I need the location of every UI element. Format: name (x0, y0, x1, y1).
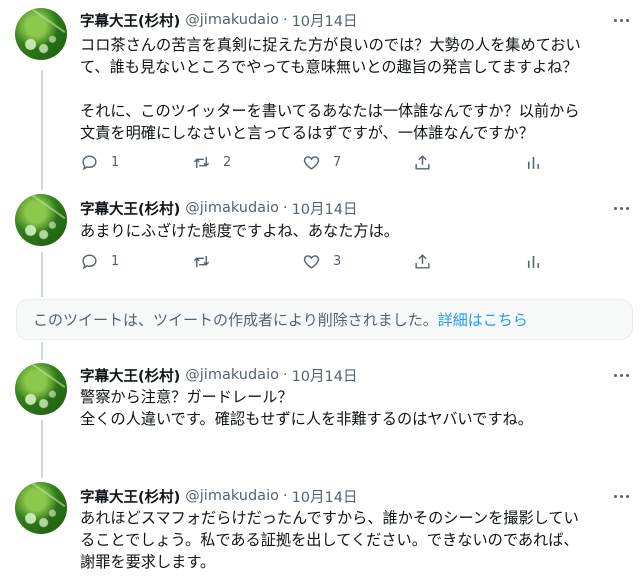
author-name[interactable]: 字幕大王(杉村) (80, 198, 180, 219)
tweet-line: 警察から注意？ガードレール？ (80, 388, 293, 406)
analytics-button[interactable] (524, 252, 543, 271)
share-button[interactable] (413, 252, 432, 271)
more-icon[interactable] (610, 486, 632, 506)
share-icon (415, 155, 430, 170)
tweet-line: 文責を明確にしなさいと言ってるはずですが、一体誰なんですか？ (80, 124, 534, 142)
tweet-text: コロ茶さんの苦言を真剣に捉えた方が良いのでは？大勢の人を集めておい て、誰も見な… (80, 34, 628, 144)
author-handle[interactable]: @jimakudaio (185, 367, 279, 383)
deleted-tweet-notice: このツイートは、ツイートの作成者により削除されました。 詳細はこちら (16, 299, 633, 340)
tweet-line: て、誰も見ないところでやっても意味無いとの趣旨の発言してますよね？ (80, 58, 578, 76)
reply-button[interactable]: 1 (80, 153, 119, 172)
like-button[interactable]: 7 (302, 153, 341, 172)
separator: · (282, 200, 288, 216)
analytics-icon (527, 255, 540, 268)
heart-icon (303, 255, 320, 269)
thread-line (41, 420, 43, 478)
like-count: 7 (333, 155, 342, 170)
separator: · (282, 12, 288, 28)
reply-button[interactable]: 1 (80, 252, 119, 271)
share-button[interactable] (413, 153, 432, 172)
analytics-button[interactable] (524, 153, 543, 172)
author-name[interactable]: 字幕大王(杉村) (80, 365, 180, 386)
author-name[interactable]: 字幕大王(杉村) (80, 486, 180, 507)
avatar[interactable] (15, 482, 67, 534)
author-name[interactable]: 字幕大王(杉村) (80, 10, 180, 31)
deleted-notice-text: このツイートは、ツイートの作成者により削除されました。 (33, 311, 438, 329)
retweet-count: 2 (223, 155, 232, 170)
thread-line (41, 70, 43, 190)
tweet-header: 字幕大王(杉村) @jimakudaio · 10月14日 (80, 9, 357, 31)
tweet-line: ることでしょう。私である証拠を出してください。できないのであれば、 (80, 531, 579, 549)
tweet-line: あまりにふざけた態度ですよね、あなた方は。 (80, 222, 399, 240)
thread-line (41, 342, 43, 360)
tweet-text: あまりにふざけた態度ですよね、あなた方は。 (80, 220, 628, 242)
retweet-button[interactable]: 2 (192, 153, 231, 172)
reply-icon (82, 254, 97, 270)
avatar[interactable] (15, 8, 67, 60)
retweet-icon (193, 255, 210, 268)
tweet-line: 全くの人違いです。確認もせずに人を非難するのはヤバいですね。 (80, 410, 533, 428)
tweet-line: あれほどスマフォだらけだったんですから、誰かそのシーンを撮影してい (80, 509, 579, 527)
more-icon[interactable] (610, 365, 632, 385)
details-link[interactable]: 詳細はこちら (438, 309, 528, 330)
share-icon (415, 254, 430, 269)
tweet-header: 字幕大王(杉村) @jimakudaio · 10月14日 (80, 364, 357, 386)
more-icon[interactable] (610, 10, 632, 30)
avatar[interactable] (15, 363, 67, 415)
author-handle[interactable]: @jimakudaio (185, 200, 279, 216)
reply-count: 1 (111, 155, 120, 170)
analytics-icon (527, 156, 540, 169)
reply-icon (82, 155, 97, 171)
tweet-date[interactable]: 10月14日 (292, 365, 358, 386)
tweet-line: それに、このツイッターを書いてるあなたは一体誰なんですか？以前から (80, 102, 580, 120)
more-icon[interactable] (610, 198, 632, 218)
tweet-date[interactable]: 10月14日 (292, 198, 358, 219)
avatar[interactable] (15, 194, 67, 246)
author-handle[interactable]: @jimakudaio (185, 488, 279, 504)
tweet-text: 警察から注意？ガードレール？ 全くの人違いです。確認もせずに人を非難するのはヤバ… (80, 386, 628, 430)
tweet-header: 字幕大王(杉村) @jimakudaio · 10月14日 (80, 485, 357, 507)
retweet-button[interactable] (192, 252, 223, 271)
tweet-date[interactable]: 10月14日 (292, 10, 358, 31)
tweet-text: あれほどスマフォだらけだったんですから、誰かそのシーンを撮影してい ることでしょ… (80, 507, 628, 573)
tweet-line: 謝罪を要求します。 (80, 553, 216, 571)
tweet-line (80, 78, 628, 100)
tweet-header: 字幕大王(杉村) @jimakudaio · 10月14日 (80, 197, 357, 219)
heart-icon (303, 156, 320, 170)
separator: · (282, 488, 288, 504)
retweet-icon (193, 156, 210, 169)
tweet-line: コロ茶さんの苦言を真剣に捉えた方が良いのでは？大勢の人を集めておい (80, 36, 581, 54)
separator: · (282, 367, 288, 383)
like-button[interactable]: 3 (302, 252, 341, 271)
tweet-actions: 1 3 (80, 252, 550, 272)
tweet-date[interactable]: 10月14日 (292, 486, 358, 507)
tweet-actions: 1 2 7 (80, 153, 550, 173)
thread-line (41, 252, 43, 297)
reply-count: 1 (111, 254, 120, 269)
like-count: 3 (333, 254, 342, 269)
author-handle[interactable]: @jimakudaio (185, 12, 279, 28)
